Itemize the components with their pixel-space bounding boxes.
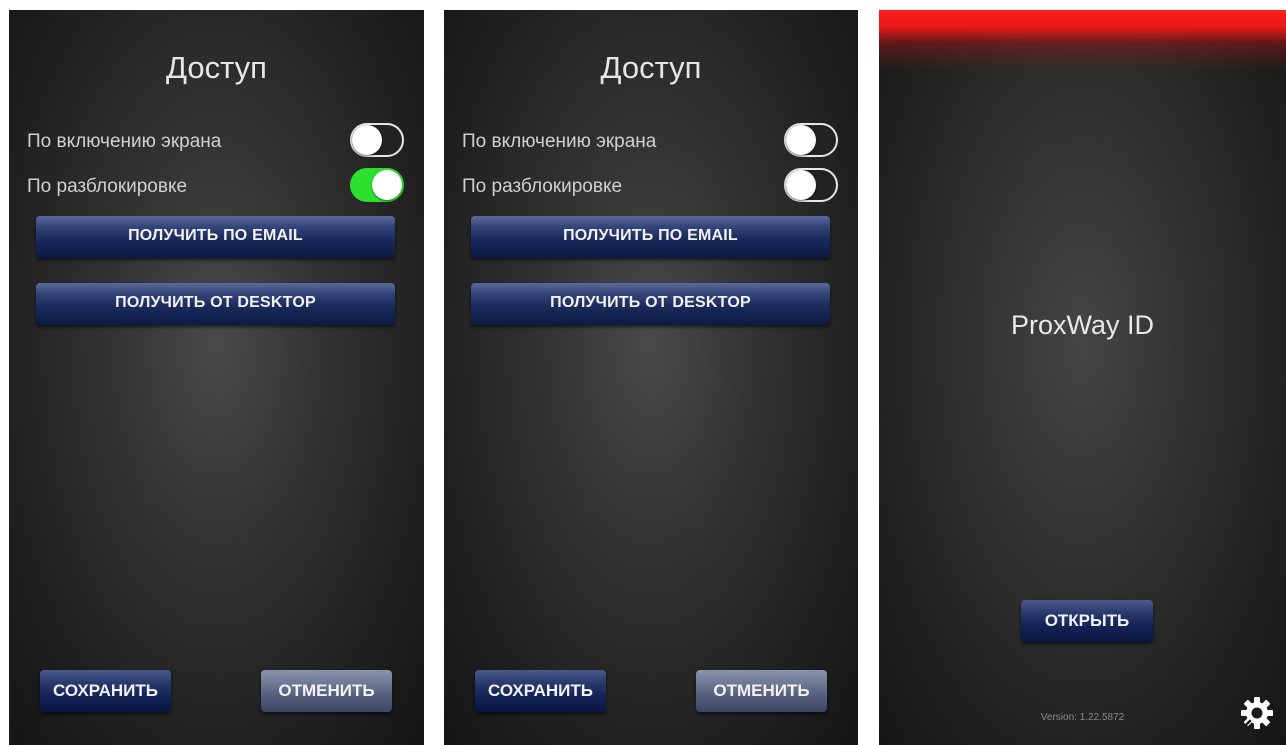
setting-label-screen-on: По включению экрана — [462, 131, 657, 152]
setting-label-unlock: По разблокировке — [462, 176, 623, 197]
setting-row-unlock: По разблокировке — [444, 168, 838, 208]
status-indicator-bar — [879, 10, 1286, 70]
home-screen: ProxWay ID ОТКРЫТЬ Version: 1.22.5872 — [879, 10, 1286, 745]
access-settings-screen-1: Доступ По включению экрана По разблокиро… — [9, 10, 424, 745]
page-title: Доступ — [166, 50, 267, 85]
toggle-knob — [786, 125, 816, 155]
access-settings-screen-2: Доступ По включению экрана По разблокиро… — [444, 10, 858, 745]
gear-icon[interactable] — [1240, 696, 1274, 730]
open-button[interactable]: ОТКРЫТЬ — [1021, 600, 1153, 642]
setting-row-screen-on: По включению экрана — [9, 123, 404, 163]
screen-on-toggle[interactable] — [350, 123, 404, 157]
get-by-email-button[interactable]: ПОЛУЧИТЬ ПО EMAIL — [471, 216, 830, 258]
cancel-button[interactable]: ОТМЕНИТЬ — [696, 670, 827, 712]
page-title: Доступ — [600, 50, 702, 85]
save-button[interactable]: СОХРАНИТЬ — [475, 670, 606, 712]
screen-on-toggle[interactable] — [784, 123, 838, 157]
unlock-toggle[interactable] — [350, 168, 404, 202]
setting-row-unlock: По разблокировке — [9, 168, 404, 208]
toggle-knob — [372, 170, 402, 200]
get-by-email-button[interactable]: ПОЛУЧИТЬ ПО EMAIL — [36, 216, 395, 258]
app-name: ProxWay ID — [1010, 310, 1154, 340]
get-from-desktop-button[interactable]: ПОЛУЧИТЬ ОТ DESKTOP — [36, 283, 395, 325]
cancel-button[interactable]: ОТМЕНИТЬ — [261, 670, 392, 712]
setting-row-screen-on: По включению экрана — [444, 123, 838, 163]
get-from-desktop-button[interactable]: ПОЛУЧИТЬ ОТ DESKTOP — [471, 283, 830, 325]
toggle-knob — [352, 125, 382, 155]
setting-label-screen-on: По включению экрана — [27, 131, 222, 152]
unlock-toggle[interactable] — [784, 168, 838, 202]
toggle-knob — [786, 170, 816, 200]
version-label: Version: 1.22.5872 — [1040, 712, 1125, 723]
setting-label-unlock: По разблокировке — [27, 176, 188, 197]
save-button[interactable]: СОХРАНИТЬ — [40, 670, 171, 712]
